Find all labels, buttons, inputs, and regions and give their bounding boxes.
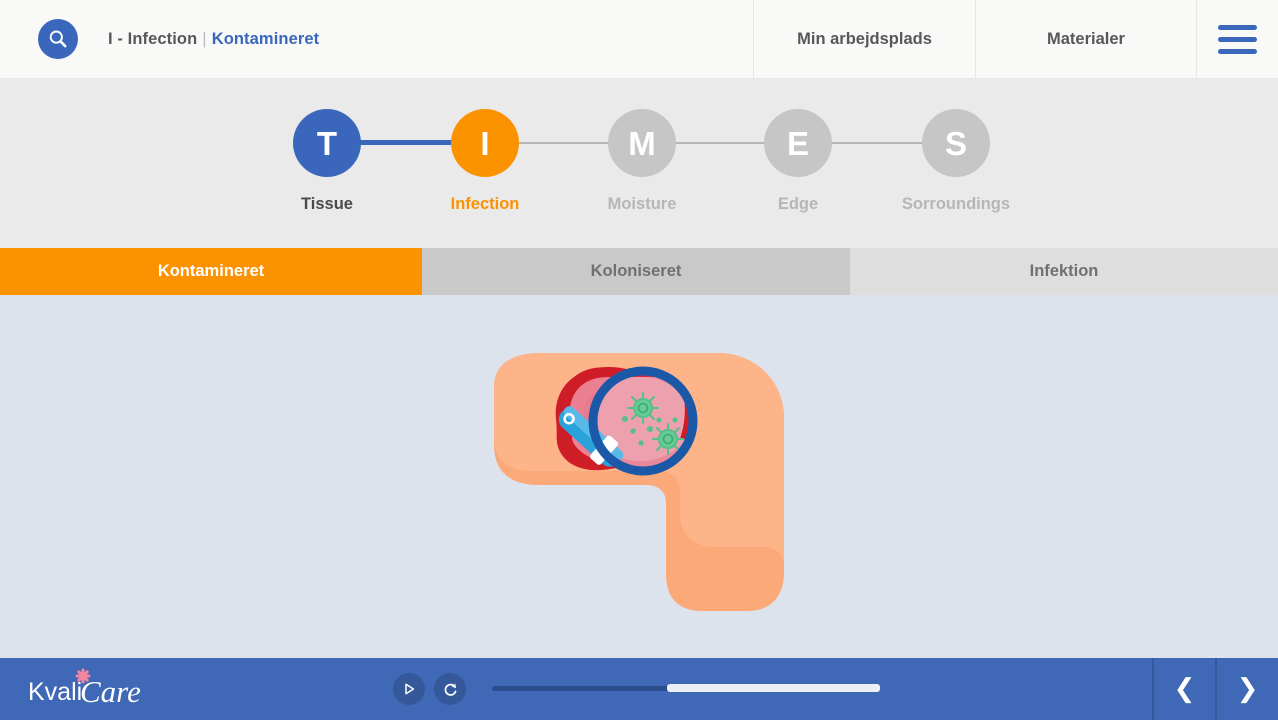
stepper-bubble-i: I: [451, 109, 519, 177]
knee-wound-magnifier-illustration: [470, 315, 800, 630]
stepper-label-moisture: Moisture: [607, 195, 677, 213]
chevron-left-icon: ❮: [1173, 674, 1196, 704]
stepper-step-sorroundings[interactable]: S Sorroundings: [881, 109, 1031, 214]
player-controls: [393, 658, 475, 720]
stepper-label-infection: Infection: [450, 195, 520, 213]
replay-button[interactable]: [434, 673, 466, 705]
times-stepper-band: T Tissue I Infection M Moisture E Edge S…: [0, 79, 1278, 248]
times-stepper: T Tissue I Infection M Moisture E Edge S…: [0, 79, 1278, 248]
play-icon: [405, 683, 415, 695]
svg-text:Care: Care: [80, 674, 141, 709]
flower-icon: [75, 668, 91, 684]
progress-bar[interactable]: [492, 684, 880, 692]
tab-koloniseret[interactable]: Koloniseret: [422, 248, 850, 295]
content-tabs: Kontamineret Koloniseret Infektion: [0, 248, 1278, 317]
replay-icon: [444, 683, 456, 696]
stepper-step-infection[interactable]: I Infection: [410, 109, 560, 214]
stepper-bubble-m: M: [608, 109, 676, 177]
nav-item-materialer[interactable]: Materialer: [976, 0, 1197, 78]
previous-slide-button[interactable]: ❮: [1152, 658, 1215, 720]
slide-navigation: ❮ ❯: [1152, 658, 1278, 720]
hamburger-menu-icon: [1218, 24, 1257, 54]
stepper-step-moisture[interactable]: M Moisture: [567, 109, 717, 214]
stepper-step-tissue[interactable]: T Tissue: [252, 109, 402, 214]
kvalicare-logo: Kvali Care: [28, 668, 163, 710]
course-player-app: I - Infection | Kontamineret Min arbejdspl…: [0, 0, 1278, 720]
tab-kontamineret[interactable]: Kontamineret: [0, 248, 422, 317]
hamburger-menu-button[interactable]: [1197, 0, 1278, 78]
progress-remaining: [666, 684, 880, 692]
stepper-bubble-s: S: [922, 109, 990, 177]
nav-item-min-arbejdsplads[interactable]: Min arbejdsplads: [754, 0, 976, 78]
stepper-label-edge: Edge: [777, 195, 819, 213]
stepper-step-edge[interactable]: E Edge: [723, 109, 873, 214]
play-button[interactable]: [393, 673, 425, 705]
breadcrumb-current: Kontamineret: [211, 29, 320, 48]
search-icon[interactable]: [38, 19, 78, 59]
breadcrumb: I - Infection | Kontamineret: [108, 30, 319, 49]
tab-infektion[interactable]: Infektion: [850, 248, 1278, 295]
chevron-right-icon: ❯: [1236, 674, 1259, 704]
breadcrumb-separator: |: [202, 29, 207, 48]
tab-koloniseret-label: Koloniseret: [590, 262, 682, 280]
stepper-label-sorroundings: Sorroundings: [901, 195, 1011, 213]
next-slide-button[interactable]: ❯: [1215, 658, 1278, 720]
content-stage: [0, 295, 1278, 658]
tab-kontamineret-label: Kontamineret: [157, 262, 265, 280]
top-header: I - Infection | Kontamineret Min arbejdspl…: [0, 0, 1278, 79]
stepper-label-tissue: Tissue: [301, 195, 353, 213]
breadcrumb-parent[interactable]: I - Infection: [108, 30, 197, 48]
header-brand-area: I - Infection | Kontamineret: [0, 0, 754, 78]
svg-text:Kvali: Kvali: [28, 678, 82, 706]
stepper-bubble-t: T: [293, 109, 361, 177]
tab-infektion-label: Infektion: [1029, 262, 1099, 280]
stepper-bubble-e: E: [764, 109, 832, 177]
